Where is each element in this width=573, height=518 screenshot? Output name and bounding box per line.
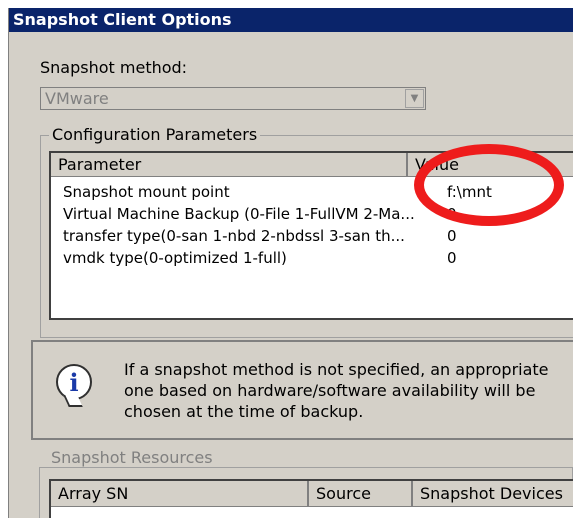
column-header-source[interactable]: Source (309, 481, 413, 506)
parameter-name: vmdk type(0-optimized 1-full) (63, 249, 287, 267)
red-annotation-circle (414, 144, 564, 226)
information-icon: i (56, 364, 92, 400)
snapshot-resources-title: Snapshot Resources (48, 448, 216, 467)
dropdown-arrow-icon[interactable]: ▼ (405, 89, 424, 108)
resources-table-header: Array SN Source Snapshot Devices (51, 481, 573, 507)
snapshot-method-value: VMware (45, 89, 109, 108)
snapshot-method-combobox[interactable]: VMware ▼ (40, 87, 426, 110)
parameter-value: 0 (447, 249, 457, 267)
snapshot-resources-table[interactable]: Array SN Source Snapshot Devices (49, 479, 573, 518)
snapshot-method-label: Snapshot method: (40, 58, 188, 77)
column-header-snapshot-devices[interactable]: Snapshot Devices (413, 481, 573, 506)
dialog-title: Snapshot Client Options (9, 8, 573, 32)
info-panel: i If a snapshot method is not specified,… (31, 340, 573, 440)
table-row[interactable]: vmdk type(0-optimized 1-full) 0 (51, 247, 573, 269)
table-row[interactable]: transfer type(0-san 1-nbd 2-nbdssl 3-san… (51, 225, 573, 247)
parameter-name: Snapshot mount point (63, 183, 230, 201)
info-message: If a snapshot method is not specified, a… (124, 360, 549, 421)
parameter-value: 0 (447, 227, 457, 245)
parameter-name: Virtual Machine Backup (0-File 1-FullVM … (63, 205, 415, 223)
column-header-array-sn[interactable]: Array SN (51, 481, 309, 506)
parameter-name: transfer type(0-san 1-nbd 2-nbdssl 3-san… (63, 227, 405, 245)
configuration-parameters-title: Configuration Parameters (49, 125, 261, 144)
column-header-parameter[interactable]: Parameter (51, 153, 408, 176)
